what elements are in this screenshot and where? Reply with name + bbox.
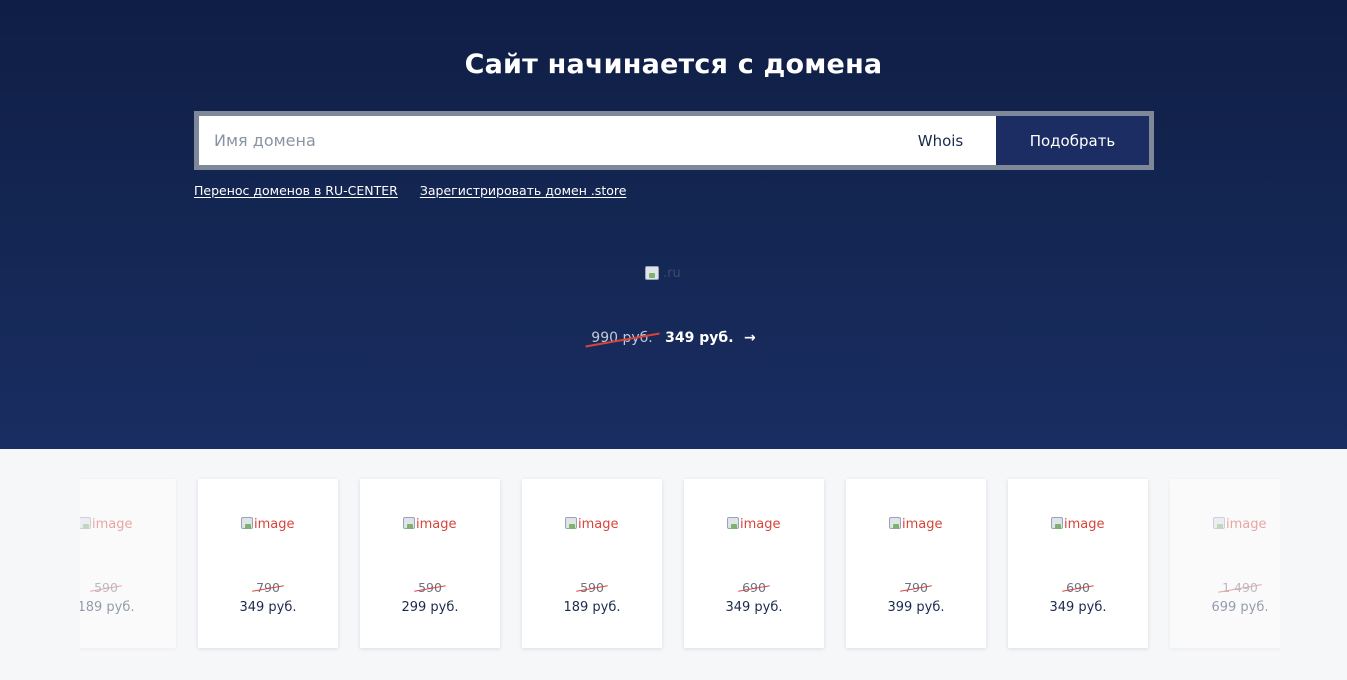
card-old-price: 690 [684, 580, 824, 595]
card-old-price-value: 790 [904, 580, 928, 595]
card-image-alt: image [416, 517, 457, 532]
promo-old-price: 990 руб. [591, 330, 653, 346]
card-image: image [889, 517, 943, 532]
domain-card[interactable]: image 790 349 руб. [198, 479, 338, 648]
card-old-price-value: 590 [94, 580, 118, 595]
card-image-alt: image [1064, 517, 1105, 532]
broken-image-icon [1213, 517, 1225, 529]
domain-card[interactable]: image 590 189 руб. [522, 479, 662, 648]
card-new-price: 349 руб. [239, 600, 297, 615]
broken-image-icon [889, 517, 901, 529]
card-old-price: 790 [846, 580, 986, 595]
card-image: image [1051, 517, 1105, 532]
card-old-price-value: 790 [256, 580, 280, 595]
promo-image-alt: .ru [663, 266, 681, 281]
card-image: image [565, 517, 619, 532]
broken-image-icon [79, 517, 91, 529]
carousel-right-mask [1280, 449, 1347, 680]
card-image-alt: image [578, 517, 619, 532]
card-image: image [241, 517, 295, 532]
domain-search-input[interactable] [199, 116, 899, 165]
whois-button[interactable]: Whois [899, 116, 996, 165]
card-image: image [727, 517, 781, 532]
domain-search-bar: Whois Подобрать [194, 111, 1154, 170]
broken-image-icon [645, 266, 659, 280]
card-old-price: 590 [360, 580, 500, 595]
carousel-left-mask [0, 449, 80, 680]
pick-domain-button[interactable]: Подобрать [996, 116, 1149, 165]
card-image: image [403, 517, 457, 532]
hero-section: Сайт начинается с домена Whois Подобрать… [0, 0, 1347, 449]
broken-image-icon [565, 517, 577, 529]
card-image-alt: image [902, 517, 943, 532]
broken-image-icon [241, 517, 253, 529]
register-store-domain-link[interactable]: Зарегистрировать домен .store [420, 183, 627, 198]
broken-image-icon [403, 517, 415, 529]
card-image: image [79, 517, 133, 532]
broken-image-icon [1051, 517, 1063, 529]
card-new-price: 349 руб. [725, 600, 783, 615]
ru-domain-promo-image[interactable]: .ru [645, 266, 705, 288]
promo-price: 990 руб. 349 руб. → [0, 330, 1347, 346]
card-new-price: 399 руб. [887, 600, 945, 615]
domain-card[interactable]: image 790 399 руб. [846, 479, 986, 648]
quick-links: Перенос доменов в RU-CENTER Зарегистриро… [194, 183, 626, 198]
broken-image-icon [727, 517, 739, 529]
card-old-price-value: 590 [418, 580, 442, 595]
card-image-alt: image [92, 517, 133, 532]
card-old-price: 590 [522, 580, 662, 595]
card-image-alt: image [254, 517, 295, 532]
domain-card[interactable]: image 690 349 руб. [684, 479, 824, 648]
card-new-price: 299 руб. [401, 600, 459, 615]
domain-card[interactable]: image 690 349 руб. [1008, 479, 1148, 648]
domain-zone-carousel: image 590 189 руб. image 790 349 руб. im… [0, 449, 1347, 680]
card-image-alt: image [1226, 517, 1267, 532]
card-old-price-value: 690 [1066, 580, 1090, 595]
page-title: Сайт начинается с домена [464, 49, 883, 80]
card-image: image [1213, 517, 1267, 532]
domain-card[interactable]: image 590 299 руб. [360, 479, 500, 648]
card-new-price: 349 руб. [1049, 600, 1107, 615]
card-new-price: 189 руб. [563, 600, 621, 615]
card-old-price-value: 690 [742, 580, 766, 595]
card-old-price-value: 1 490 [1222, 580, 1258, 595]
card-old-price: 690 [1008, 580, 1148, 595]
transfer-domains-link[interactable]: Перенос доменов в RU-CENTER [194, 183, 398, 198]
arrow-right-icon[interactable]: → [744, 330, 756, 346]
card-image-alt: image [740, 517, 781, 532]
promo-new-price: 349 руб. [665, 330, 734, 346]
card-old-price: 790 [198, 580, 338, 595]
card-old-price-value: 590 [580, 580, 604, 595]
